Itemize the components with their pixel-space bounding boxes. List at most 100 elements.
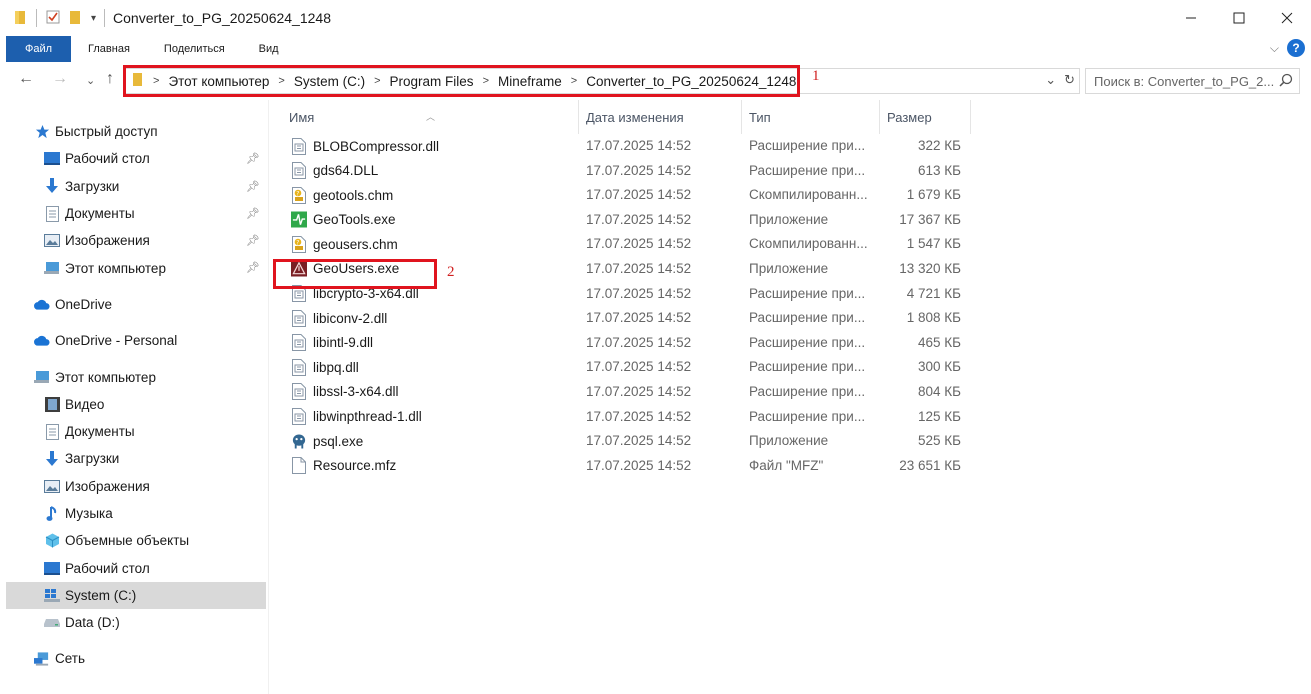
file-name: psql.exe <box>313 433 364 449</box>
search-input[interactable]: Поиск в: Converter_to_PG_2... <box>1085 68 1300 94</box>
file-name-cell[interactable]: libwinpthread-1.dll <box>291 408 422 426</box>
file-name: GeoTools.exe <box>313 212 396 228</box>
file-row-gds64-dll[interactable]: gds64.DLL 17.07.2025 14:52 Расширение при.… <box>280 159 980 184</box>
column-header-type[interactable]: Тип <box>749 110 771 125</box>
sidebar-item-system-c[interactable]: System (C:) <box>6 581 266 610</box>
file-size: 613 КБ <box>918 162 961 178</box>
chm-icon: ? <box>291 186 307 204</box>
file-name-cell[interactable]: GeoTools.exe <box>291 211 396 229</box>
pin-icon[interactable]: 📌︎ <box>246 180 260 193</box>
pin-icon[interactable]: 📌︎ <box>246 234 260 247</box>
tab-share[interactable]: Поделиться <box>147 36 242 62</box>
cloud-icon <box>34 296 50 312</box>
file-row-libpq-dll[interactable]: libpq.dll 17.07.2025 14:52 Расширение при.… <box>280 355 980 380</box>
file-type: Приложение <box>749 260 829 276</box>
search-icon[interactable] <box>1279 73 1293 90</box>
sidebar-item-network[interactable]: Сеть <box>6 645 266 672</box>
sidebar-item-pc-desktop[interactable]: Рабочий стол <box>6 554 266 581</box>
file-row-geotools-exe[interactable]: GeoTools.exe 17.07.2025 14:52 Приложение 17… <box>280 208 980 233</box>
sidebar-item-this-pc[interactable]: Этот компьютер <box>6 363 266 390</box>
forward-arrow-icon[interactable]: → <box>52 70 68 88</box>
file-row-libiconv-2-dll[interactable]: libiconv-2.dll 17.07.2025 14:52 Расширение… <box>280 306 980 331</box>
back-arrow-icon[interactable]: ← <box>18 70 34 88</box>
sidebar-item-documents[interactable]: Документы 📌︎ <box>6 200 266 227</box>
sidebar-label: Музыка <box>65 506 113 521</box>
file-row-resource-mfz[interactable]: Resource.mfz 17.07.2025 14:52 Файл "MFZ" 23… <box>280 454 980 479</box>
file-name-cell[interactable]: BLOBCompressor.dll <box>291 137 439 155</box>
refresh-icon[interactable]: ↻ <box>1064 72 1075 88</box>
sidebar-item-onedrive-personal[interactable]: OneDrive - Personal <box>6 327 266 354</box>
file-date: 17.07.2025 14:52 <box>586 162 692 178</box>
sidebar-item-videos[interactable]: Видео <box>6 391 266 418</box>
tab-view[interactable]: Вид <box>242 36 296 62</box>
file-name-cell[interactable]: libssl-3-x64.dll <box>291 383 399 401</box>
file-name-cell[interactable]: gds64.DLL <box>291 162 378 180</box>
sidebar-item-this-pc-pinned[interactable]: Этот компьютер 📌︎ <box>6 254 266 281</box>
sidebar-label: OneDrive - Personal <box>55 333 178 349</box>
minimize-button[interactable] <box>1167 0 1215 36</box>
sidebar-item-data-d[interactable]: Data (D:) <box>6 609 266 636</box>
properties-icon[interactable] <box>45 9 61 28</box>
maximize-button[interactable] <box>1215 0 1263 36</box>
highlight-box-address <box>123 65 800 97</box>
up-arrow-icon[interactable]: ↑ <box>106 70 114 88</box>
tab-file[interactable]: Файл <box>6 36 72 62</box>
file-name-cell[interactable]: libpq.dll <box>291 358 359 376</box>
file-row-libwinpthread-1-dll[interactable]: libwinpthread-1.dll 17.07.2025 14:52 Расши… <box>280 405 980 430</box>
close-button[interactable] <box>1263 0 1311 36</box>
sidebar-item-pc-documents[interactable]: Документы <box>6 418 266 445</box>
file-row-psql-exe[interactable]: psql.exe 17.07.2025 14:52 Приложение 525 КБ <box>280 429 980 454</box>
sidebar-label: Документы <box>65 424 135 440</box>
picture-icon <box>44 233 60 249</box>
pin-icon[interactable]: 📌︎ <box>246 152 260 165</box>
ribbon-tabs: Файл Главная Поделиться Вид ⌵ ? <box>0 36 1311 62</box>
sidebar-item-desktop[interactable]: Рабочий стол 📌︎ <box>6 145 266 172</box>
sidebar-item-music[interactable]: Музыка <box>6 500 266 527</box>
tab-home[interactable]: Главная <box>71 36 147 62</box>
file-date: 17.07.2025 14:52 <box>586 211 692 227</box>
file-size: 525 КБ <box>918 433 961 449</box>
file-row-geousers-chm[interactable]: ? geousers.chm 17.07.2025 14:52 Скомпилиров… <box>280 232 980 257</box>
sidebar-item-3d-objects[interactable]: Объемные объекты <box>6 527 266 554</box>
sidebar-item-pictures[interactable]: Изображения 📌︎ <box>6 227 266 254</box>
file-name-cell[interactable]: libintl-9.dll <box>291 334 373 352</box>
sidebar-item-pc-pictures[interactable]: Изображения <box>6 473 266 500</box>
new-folder-icon[interactable] <box>69 9 83 28</box>
sort-ascending-icon: ︿ <box>426 112 436 122</box>
file-type: Расширение при... <box>749 285 866 301</box>
file-size: 322 КБ <box>918 138 961 153</box>
file-row-libintl-9-dll[interactable]: libintl-9.dll 17.07.2025 14:52 Расширение … <box>280 331 980 356</box>
recent-locations-chevron-icon[interactable]: ⌄ <box>86 74 95 87</box>
address-dropdown-icon[interactable]: ⌄ <box>1045 72 1056 88</box>
file-row-libssl-3-x64-dll[interactable]: libssl-3-x64.dll 17.07.2025 14:52 Расширен… <box>280 380 980 405</box>
annotation-label-1: 1 <box>812 68 820 84</box>
help-icon[interactable]: ? <box>1287 39 1305 57</box>
sidebar-item-quick-access[interactable]: Быстрый доступ <box>6 118 266 145</box>
file-name-cell[interactable]: ? geotools.chm <box>291 186 393 204</box>
pin-icon[interactable]: 📌︎ <box>246 261 260 274</box>
quick-access-toolbar-dropdown-icon[interactable]: ▾ <box>91 13 96 24</box>
sidebar-item-pc-downloads[interactable]: Загрузки <box>6 445 266 472</box>
file-name: BLOBCompressor.dll <box>313 138 440 154</box>
file-type: Расширение при... <box>749 334 866 350</box>
file-name-cell[interactable]: libiconv-2.dll <box>291 309 387 327</box>
file-name-cell[interactable]: Resource.mfz <box>291 457 396 475</box>
computer-icon <box>34 369 50 385</box>
film-icon <box>44 396 60 412</box>
file-name-cell[interactable]: psql.exe <box>291 432 363 450</box>
sidebar-item-downloads[interactable]: Загрузки 📌︎ <box>6 173 266 200</box>
expand-ribbon-icon[interactable]: ⌵ <box>1270 41 1279 56</box>
file-row-geotools-chm[interactable]: ? geotools.chm 17.07.2025 14:52 Скомпилиров… <box>280 183 980 208</box>
file-name-cell[interactable]: ? geousers.chm <box>291 235 398 253</box>
column-header-name[interactable]: Имя <box>289 110 314 125</box>
file-row-blobcompressor-dll[interactable]: BLOBCompressor.dll 17.07.2025 14:52 Расшир… <box>280 134 980 159</box>
sidebar-label: Изображения <box>65 233 150 249</box>
file-type: Расширение при... <box>749 383 866 399</box>
column-header-size[interactable]: Размер <box>887 110 932 125</box>
file-type: Скомпилированн... <box>749 236 868 252</box>
pane-splitter[interactable] <box>268 100 269 694</box>
pin-icon[interactable]: 📌︎ <box>246 207 260 220</box>
sidebar-item-onedrive[interactable]: OneDrive <box>6 291 266 318</box>
picture-icon <box>44 478 60 494</box>
column-header-date[interactable]: Дата изменения <box>586 110 684 125</box>
